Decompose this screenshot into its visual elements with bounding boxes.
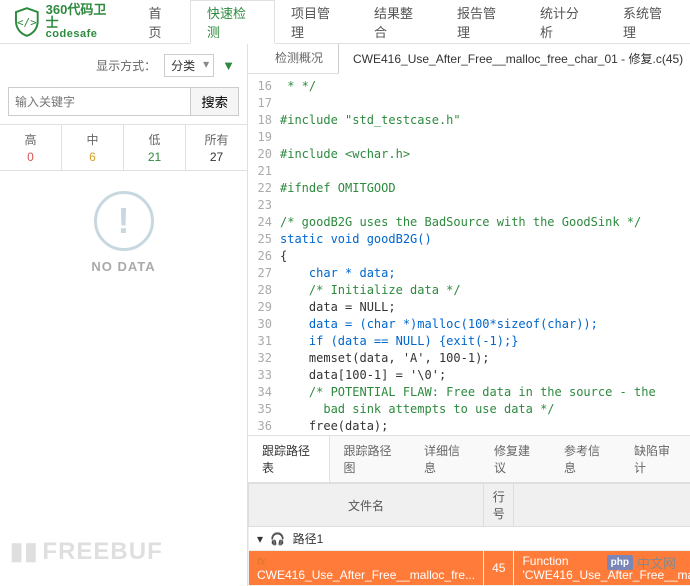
- code-line: 22#ifndef OMITGOOD: [248, 180, 690, 197]
- path-row[interactable]: ▾ 🎧 路径1: [249, 527, 690, 551]
- file-tabs: 检测概况 CWE416_Use_After_Free__malloc_free_…: [248, 44, 690, 74]
- left-panel: 显示方式： 分类 ▼ 搜索 高0中6低21所有27 ! NO DATA: [0, 44, 248, 586]
- nav-item-1[interactable]: 快速检测: [190, 0, 275, 44]
- shield-icon: </>: [14, 7, 40, 37]
- tab-overview[interactable]: 检测概况: [260, 44, 338, 73]
- nav-item-5[interactable]: 统计分析: [524, 0, 607, 43]
- bottom-tab-2[interactable]: 详细信息: [410, 436, 480, 482]
- bottom-tab-5[interactable]: 缺陷审计: [620, 436, 690, 482]
- tab-file[interactable]: CWE416_Use_After_Free__malloc_free_char_…: [338, 44, 690, 74]
- code-line: 27 char * data;: [248, 265, 690, 282]
- headphone-icon: 🎧: [270, 532, 285, 546]
- filter-icon[interactable]: ▼: [222, 58, 235, 73]
- th-filename: 文件名: [249, 484, 484, 527]
- fx-icon: fx: [257, 556, 266, 568]
- search-row: 搜索: [0, 87, 247, 124]
- code-line: 30 data = (char *)malloc(100*sizeof(char…: [248, 316, 690, 333]
- code-line: 31 if (data == NULL) {exit(-1);}: [248, 333, 690, 350]
- search-input[interactable]: [8, 87, 191, 116]
- path-label: 路径1: [293, 532, 324, 546]
- expand-icon[interactable]: ▾: [257, 532, 263, 546]
- stat-3[interactable]: 所有27: [186, 125, 247, 170]
- code-line: 36 free(data);: [248, 418, 690, 435]
- nodata-icon: !: [94, 191, 154, 251]
- display-label: 显示方式：: [96, 57, 156, 74]
- th-line: 行号: [484, 484, 514, 527]
- bottom-tab-1[interactable]: 跟踪路径图: [330, 436, 411, 482]
- code-line: 35 bad sink attempts to use data */: [248, 401, 690, 418]
- nav-item-3[interactable]: 结果整合: [358, 0, 441, 43]
- code-line: 24/* goodB2G uses the BadSource with the…: [248, 214, 690, 231]
- logo-cn: 360代码卫士: [46, 3, 119, 29]
- stats-row: 高0中6低21所有27: [0, 124, 247, 171]
- logo: </> 360代码卫士 codesafe: [0, 3, 132, 40]
- nav-item-0[interactable]: 首页: [132, 0, 190, 43]
- code-line: 21: [248, 163, 690, 180]
- code-line: 23: [248, 197, 690, 214]
- display-select[interactable]: 分类: [164, 54, 214, 77]
- nav-item-4[interactable]: 报告管理: [441, 0, 524, 43]
- watermark2: php 中文网: [607, 553, 676, 572]
- bottom-tab-3[interactable]: 修复建议: [480, 436, 550, 482]
- file-line: 45: [484, 551, 514, 586]
- code-line: 19: [248, 129, 690, 146]
- nav: 首页快速检测项目管理结果整合报告管理统计分析系统管理: [132, 0, 690, 43]
- code-line: 26{: [248, 248, 690, 265]
- main: 显示方式： 分类 ▼ 搜索 高0中6低21所有27 ! NO DATA 检测概况…: [0, 44, 690, 586]
- php-badge: php: [607, 555, 633, 570]
- code-line: 17: [248, 95, 690, 112]
- code-line: 29 data = NULL;: [248, 299, 690, 316]
- svg-text:</>: </>: [17, 15, 37, 28]
- header: </> 360代码卫士 codesafe 首页快速检测项目管理结果整合报告管理统…: [0, 0, 690, 44]
- nav-item-2[interactable]: 项目管理: [275, 0, 358, 43]
- file-name: CWE416_Use_After_Free__malloc_fre...: [257, 568, 475, 582]
- stat-1[interactable]: 中6: [62, 125, 124, 170]
- code-line: 28 /* Initialize data */: [248, 282, 690, 299]
- code-line: 34 /* POTENTIAL FLAW: Free data in the s…: [248, 384, 690, 401]
- code-line: 16 * */: [248, 78, 690, 95]
- bottom-tab-4[interactable]: 参考信息: [550, 436, 620, 482]
- stat-2[interactable]: 低21: [124, 125, 186, 170]
- code-line: 33 data[100-1] = '\0';: [248, 367, 690, 384]
- code-line: 25static void goodB2G(): [248, 231, 690, 248]
- search-button[interactable]: 搜索: [191, 87, 239, 116]
- nav-item-6[interactable]: 系统管理: [607, 0, 690, 43]
- bottom-tab-0[interactable]: 跟踪路径表: [248, 436, 330, 482]
- nodata: ! NO DATA: [0, 171, 247, 586]
- code-line: 20#include <wchar.h>: [248, 146, 690, 163]
- nodata-text: NO DATA: [91, 259, 155, 274]
- watermark: ▮▮FREEBUF: [10, 537, 163, 566]
- th-extra: [514, 484, 690, 527]
- code-editor[interactable]: 16 * */1718#include "std_testcase.h"1920…: [248, 74, 690, 435]
- display-row: 显示方式： 分类 ▼: [0, 44, 247, 87]
- bottom-tabs: 跟踪路径表跟踪路径图详细信息修复建议参考信息缺陷审计: [248, 435, 690, 483]
- logo-en: codesafe: [46, 29, 119, 40]
- code-line: 18#include "std_testcase.h": [248, 112, 690, 129]
- right-panel: 检测概况 CWE416_Use_After_Free__malloc_free_…: [248, 44, 690, 586]
- code-line: 32 memset(data, 'A', 100-1);: [248, 350, 690, 367]
- tab-file-label: CWE416_Use_After_Free__malloc_free_char_…: [353, 52, 683, 66]
- stat-0[interactable]: 高0: [0, 125, 62, 170]
